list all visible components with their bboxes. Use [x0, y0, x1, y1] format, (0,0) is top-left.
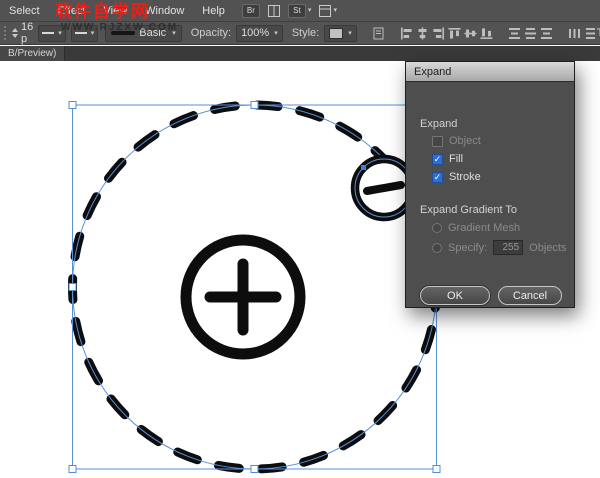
- expand-section-label: Expand: [420, 118, 458, 130]
- horizontal-spacing-icon: [568, 28, 580, 38]
- specify-value-input[interactable]: 255: [493, 240, 524, 255]
- align-top-icon: [448, 27, 461, 39]
- caret-down-icon: ▾: [348, 29, 352, 37]
- dialog-body: Expand Object Fill Stroke Expand Gradien…: [406, 82, 574, 308]
- selection-handle[interactable]: [68, 283, 77, 291]
- gradient-mesh-label: Gradient Mesh: [448, 222, 521, 234]
- vertical-spacing-icon: [585, 27, 595, 39]
- style-swatch: [329, 27, 344, 39]
- caret-down-icon[interactable]: ▾: [308, 7, 312, 14]
- caret-down-icon: ▾: [274, 29, 278, 37]
- align-right-button[interactable]: [432, 27, 445, 40]
- object-checkbox-box[interactable]: [432, 135, 443, 147]
- document-icon: [373, 27, 384, 39]
- selection-handle[interactable]: [432, 465, 441, 473]
- opacity-label: Opacity:: [190, 27, 232, 39]
- distribute-bottom-button[interactable]: [540, 27, 553, 40]
- align-horizontal-center-icon: [418, 27, 427, 39]
- align-middle-button[interactable]: [464, 27, 477, 40]
- align-vertical-middle-icon: [464, 29, 477, 37]
- specify-label: Specify:: [448, 241, 488, 254]
- distribute-center-button[interactable]: [524, 27, 537, 40]
- brush-name: Basic: [139, 27, 167, 39]
- dialog-title: Expand: [414, 65, 452, 78]
- object-checkbox[interactable]: Object: [432, 135, 481, 147]
- width-profile-button[interactable]: ▾: [38, 24, 66, 42]
- panel-grip-icon[interactable]: [4, 26, 6, 40]
- gradient-section-label: Expand Gradient To: [420, 204, 518, 216]
- distribute-top-button[interactable]: [508, 27, 521, 40]
- stock-icon[interactable]: St: [287, 3, 306, 18]
- bridge-icon[interactable]: Br: [241, 3, 260, 18]
- arrange-documents-icon[interactable]: [267, 4, 280, 17]
- dialog-title-bar[interactable]: Expand: [406, 62, 574, 82]
- menu-bar: Select Effect View Window Help Br St ▾ ▾: [0, 0, 600, 22]
- align-center-button[interactable]: [416, 27, 429, 40]
- style-dropdown[interactable]: ▾: [324, 24, 357, 42]
- workspace-icon[interactable]: [319, 4, 332, 17]
- caret-down-icon: ▾: [58, 29, 62, 37]
- align-bottom-icon: [480, 27, 493, 39]
- align-left-icon: [400, 27, 412, 39]
- gradient-mesh-radio[interactable]: Gradient Mesh: [432, 222, 520, 234]
- distribute-bottom-icon: [540, 27, 552, 39]
- specify-radio[interactable]: Specify: 255 Objects: [432, 240, 566, 255]
- artboard[interactable]: Expand Expand Object Fill Stroke Expand …: [0, 61, 600, 478]
- distribute-center-icon: [524, 27, 536, 39]
- control-bar: 16 p ▾ ▾ Basic ▾ Opacity: 100% ▾ Style: …: [0, 21, 600, 45]
- opacity-value: 100%: [241, 27, 270, 39]
- gradient-mesh-radio-button[interactable]: [432, 223, 442, 233]
- selection-handle[interactable]: [250, 101, 259, 109]
- document-tab[interactable]: B/Preview): [0, 46, 66, 61]
- specify-radio-button[interactable]: [432, 242, 442, 253]
- opacity-dropdown[interactable]: 100% ▾: [236, 24, 283, 42]
- document-tab-bar: B/Preview): [0, 46, 600, 61]
- caret-down-icon[interactable]: ▾: [333, 7, 337, 14]
- selection-handle[interactable]: [250, 465, 259, 473]
- stroke-checkbox[interactable]: Stroke: [432, 171, 481, 183]
- brush-preview-line-icon: [111, 31, 136, 35]
- selection-handle[interactable]: [68, 101, 77, 109]
- stroke-weight-stepper[interactable]: [12, 28, 18, 38]
- menu-select[interactable]: Select: [0, 0, 49, 21]
- caret-down-icon: ▾: [172, 29, 176, 37]
- fill-checkbox-box[interactable]: [432, 153, 443, 165]
- align-right-icon: [433, 27, 444, 39]
- stroke-weight-value[interactable]: 16 p: [21, 21, 33, 45]
- align-bottom-button[interactable]: [480, 27, 493, 40]
- line-profile-icon: [74, 32, 87, 34]
- document-setup-button[interactable]: [372, 27, 385, 40]
- ok-button[interactable]: OK: [420, 286, 490, 305]
- align-top-button[interactable]: [448, 27, 461, 40]
- menu-effect[interactable]: Effect: [49, 0, 95, 21]
- style-label: Style:: [291, 27, 320, 39]
- fill-checkbox[interactable]: Fill: [432, 153, 463, 165]
- distribute-top-icon: [508, 27, 520, 39]
- distribute-spacing-button[interactable]: [568, 27, 581, 40]
- object-checkbox-label: Object: [449, 135, 481, 147]
- anchor-point[interactable]: [361, 165, 366, 170]
- menu-help[interactable]: Help: [193, 0, 234, 21]
- align-left-button[interactable]: [400, 27, 413, 40]
- line-profile-icon: [42, 32, 55, 34]
- stroke-checkbox-label: Stroke: [449, 171, 481, 183]
- selection-handle[interactable]: [68, 465, 77, 473]
- brush-definition-dropdown[interactable]: Basic ▾: [105, 24, 182, 42]
- menu-view[interactable]: View: [95, 0, 137, 21]
- objects-label: Objects: [529, 241, 567, 254]
- cancel-button[interactable]: Cancel: [498, 286, 562, 305]
- menu-window[interactable]: Window: [136, 0, 193, 21]
- expand-dialog: Expand Expand Object Fill Stroke Expand …: [405, 61, 575, 308]
- caret-down-icon: ▾: [90, 29, 95, 37]
- variable-width-button[interactable]: ▾: [70, 24, 99, 42]
- fill-checkbox-label: Fill: [449, 153, 464, 165]
- stroke-checkbox-box[interactable]: [432, 171, 443, 183]
- vertical-spacing-button[interactable]: [584, 27, 597, 40]
